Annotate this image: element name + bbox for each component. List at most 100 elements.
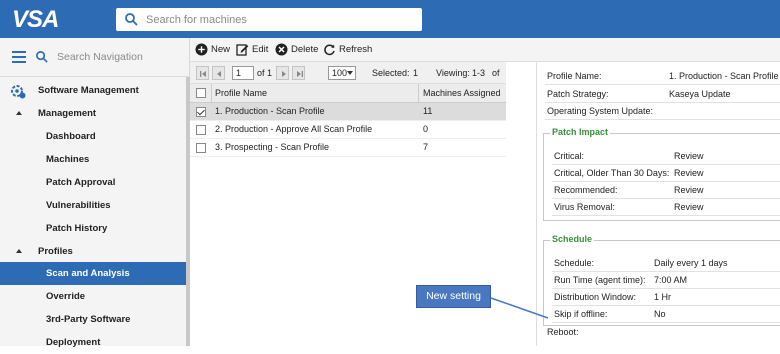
schedule-legend: Schedule <box>550 234 595 244</box>
recommended-row: Recommended: Review <box>552 182 780 199</box>
profile-name-cell: 1. Production - Scan Profile <box>215 106 325 116</box>
next-page-button[interactable] <box>276 66 289 80</box>
sidebar-item-label: Patch History <box>46 223 108 234</box>
field-label: Virus Removal: <box>554 202 615 212</box>
field-value: 1 Hr <box>654 292 672 302</box>
sidebar-item-label: 3rd-Party Software <box>46 314 131 325</box>
edit-icon <box>236 44 249 56</box>
hamburger-menu-icon[interactable] <box>12 51 26 63</box>
critical-older-row: Critical, Older Than 30 Days: Review <box>552 165 780 182</box>
machines-assigned-cell: 7 <box>423 142 429 152</box>
sidebar-item-patch-approval[interactable]: Patch Approval <box>0 171 186 194</box>
profile-name-label: Profile Name: <box>547 71 602 81</box>
sidebar-group-management[interactable]: Management <box>0 102 186 125</box>
sidebar-item-label: Scan and Analysis <box>46 268 130 279</box>
column-header-machines-assigned[interactable]: Machines Assigned <box>423 84 501 103</box>
sidebar-group-profiles[interactable]: Profiles <box>0 240 186 263</box>
patch-impact-legend: Patch Impact <box>550 127 611 137</box>
prev-page-button[interactable] <box>212 66 225 80</box>
first-page-icon <box>200 71 206 77</box>
page-size-select[interactable]: 100 <box>328 66 356 80</box>
callout-text: New setting <box>426 290 481 302</box>
page-number-input[interactable]: 1 <box>232 66 254 80</box>
os-update-label: Operating System Update: <box>547 106 654 116</box>
profile-name-row: Profile Name: 1. Production - Scan Profi… <box>545 68 780 85</box>
table-row[interactable]: 3. Prospecting - Scan Profile 7 <box>190 139 506 157</box>
patch-impact-section: Patch Impact Critical: Review Critical, … <box>543 127 780 221</box>
row-checkbox[interactable] <box>196 107 206 117</box>
page-of-text: of 1 <box>257 68 273 78</box>
os-update-row: Operating System Update: <box>545 103 780 120</box>
viewing-range: 1-3 <box>472 68 486 78</box>
field-value: Daily every 1 days <box>654 258 728 268</box>
field-value: 7:00 AM <box>654 275 688 285</box>
sidebar-item-patch-history[interactable]: Patch History <box>0 217 186 240</box>
critical-row: Critical: Review <box>552 148 780 165</box>
row-checkbox[interactable] <box>196 125 206 135</box>
selected-count: 1 <box>413 68 419 78</box>
field-value: Review <box>674 185 704 195</box>
viewing-of: of <box>492 68 500 78</box>
nav-search-input[interactable] <box>57 50 183 64</box>
machines-assigned-cell: 11 <box>423 106 433 116</box>
field-value: No <box>654 309 666 319</box>
row-checkbox[interactable] <box>196 143 206 153</box>
field-value: Review <box>674 202 704 212</box>
sidebar-item-override[interactable]: Override <box>0 285 186 308</box>
column-header-profile-name[interactable]: Profile Name <box>215 84 267 103</box>
sidebar-item-deployment[interactable]: Deployment <box>0 331 186 354</box>
field-label: Skip if offline: <box>554 309 608 319</box>
refresh-label: Refresh <box>339 44 373 55</box>
collapse-triangle-icon <box>16 249 22 253</box>
column-divider <box>211 84 212 103</box>
divider <box>0 76 190 77</box>
machine-search-box[interactable] <box>116 8 422 31</box>
selected-label: Selected: <box>372 68 410 78</box>
sidebar-item-scan-and-analysis[interactable]: Scan and Analysis <box>0 262 186 285</box>
select-all-checkbox[interactable] <box>196 88 206 98</box>
pagination-bar: 1 of 1 100 Selected: 1 Viewing: 1-3 of 3 <box>190 62 514 84</box>
sidebar-item-vulnerabilities[interactable]: Vulnerabilities <box>0 194 186 217</box>
last-page-button[interactable] <box>292 66 305 80</box>
sidebar: Software Management Management Dashboard… <box>0 38 190 348</box>
sidebar-item-label: Deployment <box>46 337 101 348</box>
reboot-label: Reboot: <box>547 327 579 337</box>
table-row[interactable]: 1. Production - Scan Profile 11 <box>190 103 506 121</box>
sidebar-item-3rd-party-software[interactable]: 3rd-Party Software <box>0 308 186 331</box>
sidebar-item-label: Machines <box>46 154 90 165</box>
profile-name-cell: 3. Prospecting - Scan Profile <box>215 142 330 152</box>
machine-search-input[interactable] <box>146 11 416 28</box>
reboot-row: Reboot: <box>545 324 780 341</box>
field-label: Critical, Older Than 30 Days: <box>554 168 670 178</box>
sidebar-module-software-management[interactable]: Software Management <box>0 79 186 102</box>
prev-page-icon <box>217 71 221 77</box>
nav-search-bar <box>0 38 190 76</box>
sidebar-item-label: Patch Approval <box>46 177 116 188</box>
delete-icon <box>275 43 288 56</box>
sidebar-item-dashboard[interactable]: Dashboard <box>0 125 186 148</box>
field-label: Critical: <box>554 151 585 161</box>
vsa-logo[interactable]: VSA <box>12 6 59 34</box>
profile-name-cell: 2. Production - Approve All Scan Profile <box>215 124 373 134</box>
patch-strategy-row: Patch Strategy: Kaseya Update <box>545 86 780 103</box>
table-header: Profile Name Machines Assigned <box>190 84 506 103</box>
virus-removal-row: Virus Removal: Review <box>552 199 780 216</box>
first-page-button[interactable] <box>196 66 209 80</box>
profile-name-value: 1. Production - Scan Profile <box>669 71 779 81</box>
field-value: Review <box>674 151 704 161</box>
chevron-down-icon <box>347 71 353 75</box>
sidebar-item-label: Dashboard <box>46 131 96 142</box>
table-row[interactable]: 2. Production - Approve All Scan Profile… <box>190 121 506 139</box>
sidebar-item-machines[interactable]: Machines <box>0 148 186 171</box>
refresh-icon <box>324 44 335 56</box>
field-label: Distribution Window: <box>554 292 637 302</box>
page-size-value: 100 <box>332 68 348 78</box>
edit-label: Edit <box>252 44 269 55</box>
callout-box: New setting <box>416 285 491 308</box>
top-bar: VSA <box>0 0 780 38</box>
patch-strategy-value: Kaseya Update <box>669 89 731 99</box>
skip-if-offline-row: Skip if offline: No <box>552 306 780 323</box>
delete-label: Delete <box>291 44 319 55</box>
splitter[interactable] <box>506 62 536 346</box>
sidebar-item-label: Profiles <box>38 246 73 257</box>
